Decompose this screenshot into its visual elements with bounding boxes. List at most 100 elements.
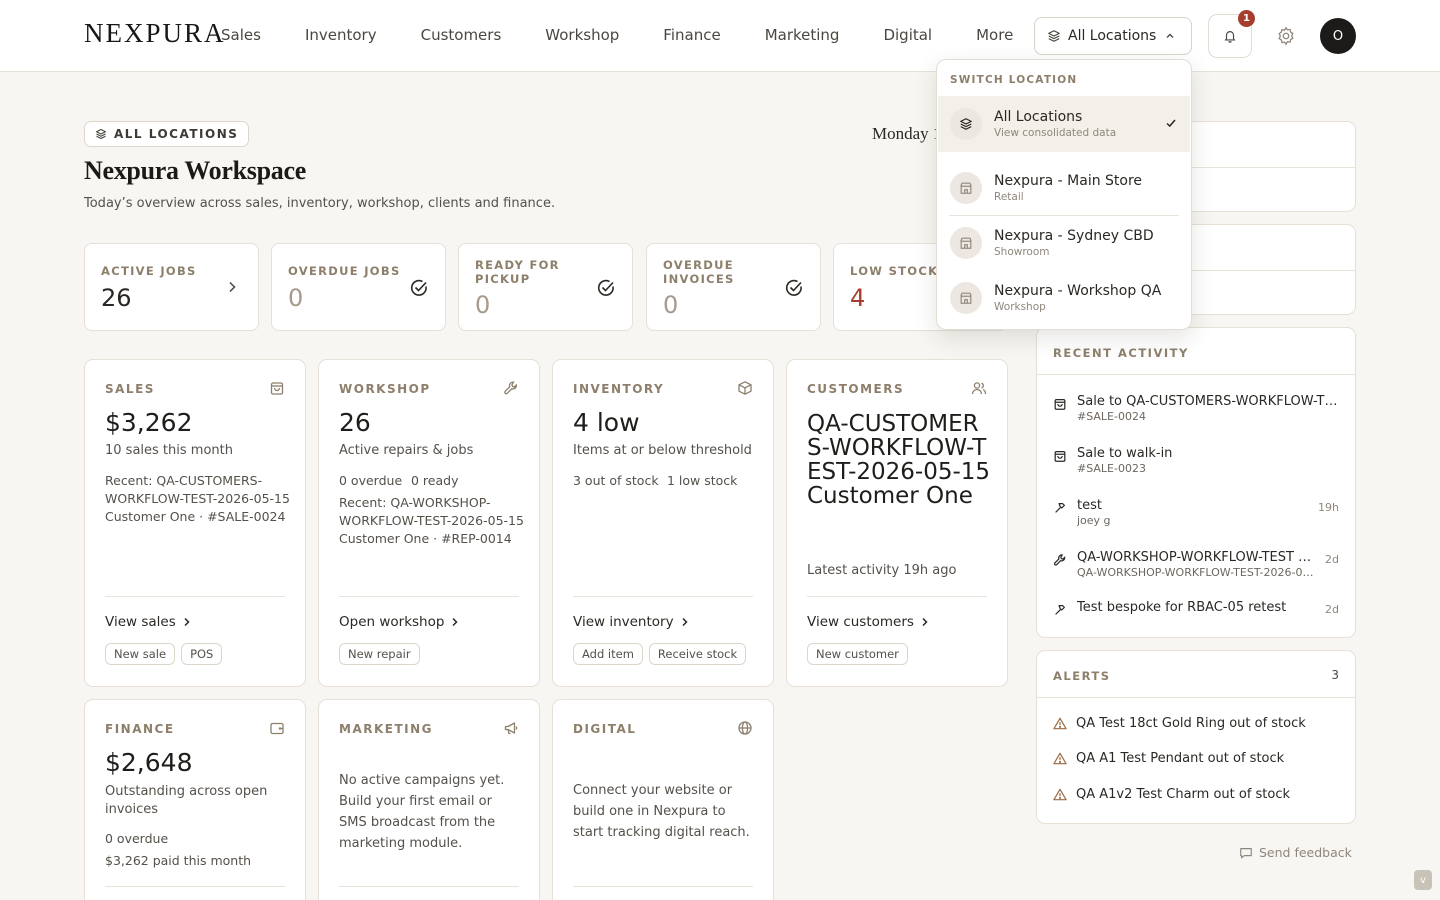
location-name: All Locations xyxy=(994,109,1083,125)
divider xyxy=(339,886,519,887)
stat-ready-for-pickup[interactable]: READY FOR PICKUP 0 xyxy=(458,243,633,331)
hammer-icon xyxy=(1053,501,1069,515)
layers-icon xyxy=(1047,29,1061,43)
card-title: CUSTOMERS xyxy=(807,382,905,396)
bag-icon xyxy=(1053,397,1069,411)
activity-time: 19h xyxy=(1318,501,1339,514)
alerts-panel: ALERTS 3 QA Test 18ct Gold Ring out of s… xyxy=(1036,650,1356,824)
card-title: INVENTORY xyxy=(573,382,665,396)
divider xyxy=(105,886,285,887)
cta-label: View sales xyxy=(105,614,176,630)
settings-button[interactable] xyxy=(1275,25,1297,47)
nav-marketing[interactable]: Marketing xyxy=(765,24,840,46)
sales-total: $3,262 xyxy=(105,408,193,437)
nav-finance[interactable]: Finance xyxy=(663,24,720,46)
warning-icon xyxy=(1053,752,1067,765)
nav-workshop[interactable]: Workshop xyxy=(545,24,619,46)
new-customer-button[interactable]: New customer xyxy=(807,643,908,665)
check-icon xyxy=(1165,117,1177,129)
location-option-sydney-cbd[interactable]: Nexpura - Sydney CBD Showroom xyxy=(938,215,1190,271)
recent-activity-title: RECENT ACTIVITY xyxy=(1053,346,1189,360)
check-circle-icon xyxy=(409,278,429,298)
digital-card: DIGITAL Connect your website or build on… xyxy=(552,699,774,900)
version-badge[interactable]: v xyxy=(1414,870,1432,890)
location-switcher-button[interactable]: All Locations xyxy=(1034,17,1192,55)
activity-ref: #SALE-0024 xyxy=(1077,410,1146,423)
warning-icon xyxy=(1053,717,1067,730)
add-item-button[interactable]: Add item xyxy=(573,643,643,665)
activity-item[interactable]: Sale to walk-in #SALE-0023 xyxy=(1053,446,1339,475)
divider xyxy=(1037,697,1355,698)
inventory-sub: Items at or below threshold xyxy=(573,443,752,458)
alerts-count: 3 xyxy=(1331,668,1339,682)
view-customers-link[interactable]: View customers xyxy=(807,614,929,630)
new-sale-button[interactable]: New sale xyxy=(105,643,176,665)
divider xyxy=(105,596,285,597)
location-option-workshop-qa[interactable]: Nexpura - Workshop QA Workshop xyxy=(938,270,1190,326)
divider xyxy=(339,596,519,597)
stat-overdue-jobs[interactable]: OVERDUE JOBS 0 xyxy=(271,243,446,331)
activity-ref: #SALE-0023 xyxy=(1077,462,1146,475)
alert-item[interactable]: QA Test 18ct Gold Ring out of stock xyxy=(1053,716,1306,731)
stat-label: OVERDUE JOBS xyxy=(288,264,401,278)
stat-active-jobs[interactable]: ACTIVE JOBS 26 xyxy=(84,243,259,331)
workshop-sub: Active repairs & jobs xyxy=(339,443,474,458)
new-repair-button[interactable]: New repair xyxy=(339,643,420,665)
bag-icon xyxy=(1053,449,1069,463)
page-title: Nexpura Workspace xyxy=(84,156,306,185)
finance-outstanding: $2,648 xyxy=(105,748,193,777)
workshop-recent: Recent: QA-WORKSHOP-WORKFLOW-TEST-2026-0… xyxy=(339,495,524,546)
stat-label: READY FOR PICKUP xyxy=(475,258,560,286)
user-avatar[interactable]: O xyxy=(1320,18,1356,54)
activity-item[interactable]: Test bespoke for RBAC-05 retest 2d xyxy=(1053,600,1339,617)
location-option-main-store[interactable]: Nexpura - Main Store Retail xyxy=(938,160,1190,216)
pos-button[interactable]: POS xyxy=(181,643,223,665)
view-inventory-link[interactable]: View inventory xyxy=(573,614,689,630)
store-icon xyxy=(950,282,982,314)
divider xyxy=(573,886,753,887)
marketing-empty-state: No active campaigns yet. Build your firs… xyxy=(339,773,505,851)
activity-item[interactable]: QA-WORKSHOP-WORKFLOW-TEST 2026-05-15QA-W… xyxy=(1053,550,1339,579)
alert-text: QA Test 18ct Gold Ring out of stock xyxy=(1076,716,1306,731)
dropdown-header: SWITCH LOCATION xyxy=(950,74,1078,86)
location-type: Showroom xyxy=(994,246,1050,258)
card-title: MARKETING xyxy=(339,722,434,736)
main-nav: Sales Inventory Customers Workshop Finan… xyxy=(221,24,1057,46)
activity-time: 2d xyxy=(1325,603,1339,616)
finance-card: FINANCE $2,648 Outstanding across open i… xyxy=(84,699,306,900)
sales-count: 10 sales this month xyxy=(105,443,233,458)
view-sales-link[interactable]: View sales xyxy=(105,614,191,630)
open-workshop-link[interactable]: Open workshop xyxy=(339,614,459,630)
activity-title: Test bespoke for RBAC-05 retest xyxy=(1077,600,1287,615)
chevron-right-icon xyxy=(451,617,459,627)
card-title: DIGITAL xyxy=(573,722,637,736)
location-option-all[interactable]: All Locations View consolidated data xyxy=(938,96,1190,152)
location-type: Retail xyxy=(994,191,1024,203)
brand-logo[interactable]: NEXPURA xyxy=(84,18,226,49)
card-title: WORKSHOP xyxy=(339,382,431,396)
receive-stock-button[interactable]: Receive stock xyxy=(648,643,747,665)
inventory-card: INVENTORY 4 low Items at or below thresh… xyxy=(552,359,774,687)
nav-inventory[interactable]: Inventory xyxy=(305,24,377,46)
wrench-icon xyxy=(1053,553,1069,567)
recent-activity-panel: RECENT ACTIVITY Sale to QA-CUSTOMERS-WOR… xyxy=(1036,327,1356,638)
chevron-up-icon xyxy=(1165,31,1175,41)
activity-ref: joey g xyxy=(1077,514,1111,527)
nav-more[interactable]: More xyxy=(976,24,1013,46)
stat-value: 0 xyxy=(475,291,491,319)
nav-customers[interactable]: Customers xyxy=(421,24,502,46)
activity-title: Sale to walk-in xyxy=(1077,446,1173,461)
activity-item[interactable]: Sale to QA-CUSTOMERS-WORKFLOW-TEST-2026-… xyxy=(1053,394,1339,423)
nav-digital[interactable]: Digital xyxy=(883,24,932,46)
activity-item[interactable]: test joey g 19h xyxy=(1053,498,1339,527)
location-type: View consolidated data xyxy=(994,127,1117,139)
send-feedback-button[interactable]: Send feedback xyxy=(1239,845,1352,860)
alert-item[interactable]: QA A1 Test Pendant out of stock xyxy=(1053,751,1284,766)
alert-item[interactable]: QA A1v2 Test Charm out of stock xyxy=(1053,787,1290,802)
finance-overdue: 0 overdue xyxy=(105,831,169,846)
chevron-right-icon xyxy=(226,280,238,294)
nav-sales[interactable]: Sales xyxy=(221,24,261,46)
stat-overdue-invoices[interactable]: OVERDUE INVOICES 0 xyxy=(646,243,821,331)
inventory-low-count: 4 low xyxy=(573,408,640,437)
warning-icon xyxy=(1053,788,1067,801)
